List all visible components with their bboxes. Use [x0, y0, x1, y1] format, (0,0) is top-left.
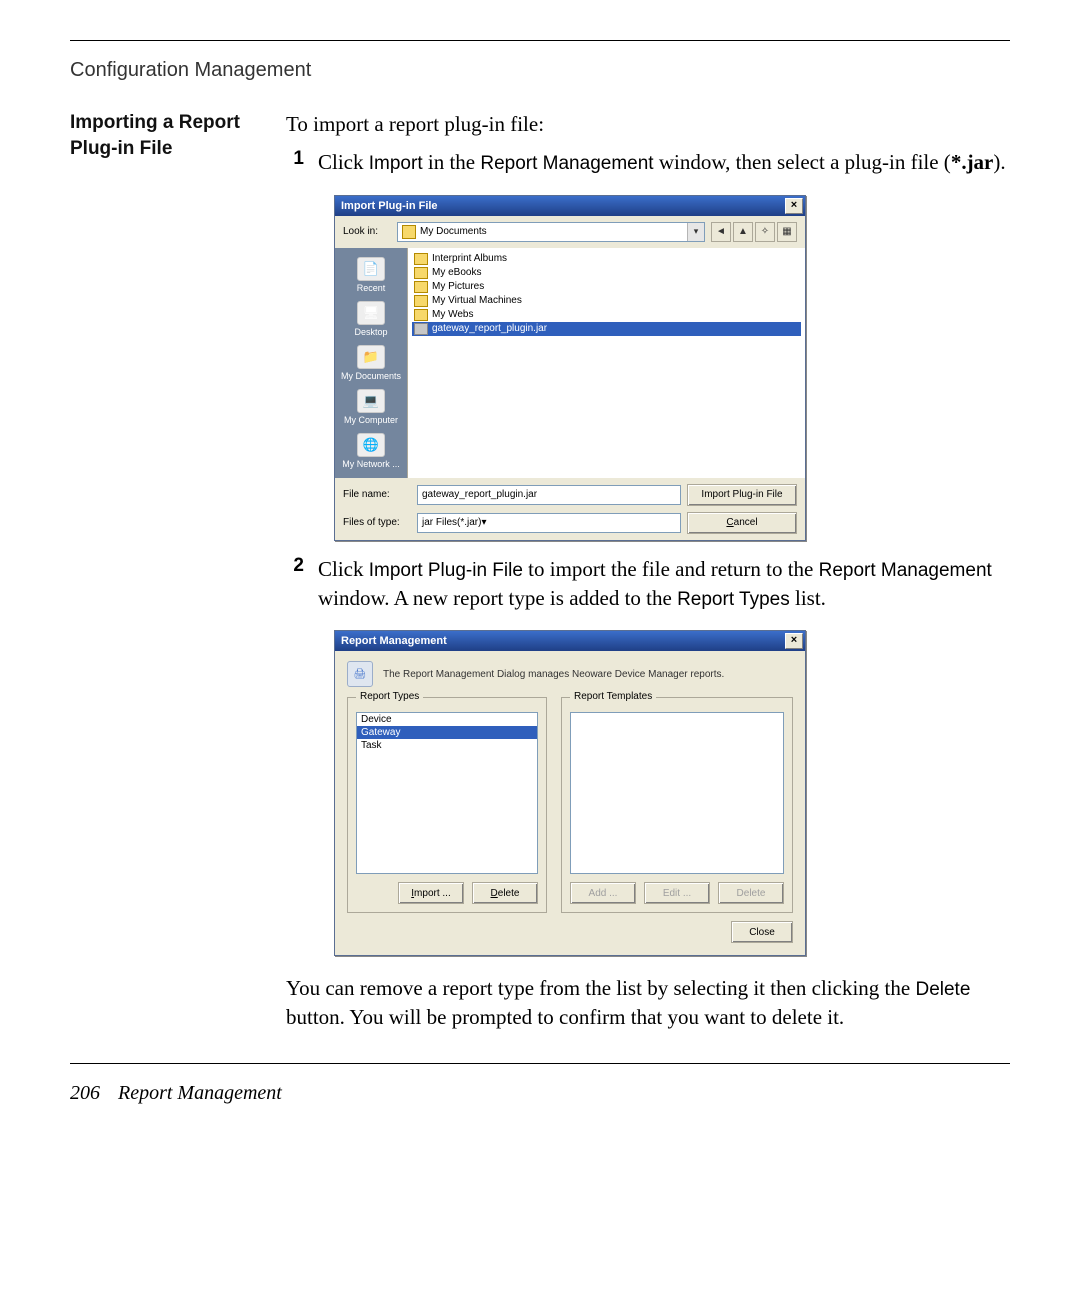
filesoftype-combo[interactable]: jar Files(*.jar) ▾ [417, 513, 681, 533]
step-2-seg-a: Click [318, 557, 369, 581]
place-recent-label: Recent [357, 283, 386, 293]
folder-icon [414, 267, 428, 279]
file-name: Interprint Albums [432, 253, 507, 264]
jar-file-icon [414, 323, 428, 335]
place-recent[interactable]: 📄Recent [335, 254, 407, 296]
import-plugin-file-button[interactable]: Import Plug-in File [687, 484, 797, 506]
list-item-selected[interactable]: Gateway [357, 726, 537, 739]
step-2-number: 2 [286, 555, 304, 612]
list-item[interactable]: Task [357, 739, 537, 752]
folder-icon [402, 225, 416, 239]
page-header: Configuration Management [70, 59, 1010, 82]
filename-label: File name: [343, 489, 411, 500]
page-number: 206 [70, 1082, 100, 1105]
close-icon[interactable]: × [785, 633, 803, 649]
add-button: Add ... [570, 882, 636, 904]
step-1-text: Click Import in the Report Management wi… [318, 148, 1010, 177]
file-list[interactable]: Interprint Albums My eBooks My Pictures … [407, 248, 805, 478]
filesoftype-value: jar Files(*.jar) [422, 517, 481, 528]
list-item-selected[interactable]: gateway_report_plugin.jar [412, 322, 801, 336]
back-icon[interactable]: ◄ [711, 222, 731, 242]
places-bar: 📄Recent 🖥Desktop 📁My Documents 💻My Compu… [335, 248, 407, 478]
list-item[interactable]: Interprint Albums [412, 252, 801, 266]
import-plugin-dialog: Import Plug-in File × Look in: My Docume… [334, 195, 806, 541]
report-templates-list[interactable] [570, 712, 784, 874]
remove-seg-c: button. You will be prompted to confirm … [286, 1005, 844, 1029]
printer-icon: 🖨 [347, 661, 373, 687]
place-desktop-label: Desktop [354, 327, 387, 337]
lookin-label: Look in: [343, 226, 391, 237]
footer-section: Report Management [118, 1082, 282, 1105]
step-1-number: 1 [286, 148, 304, 177]
side-heading: Importing a Report Plug-in File [70, 110, 270, 161]
place-mycomputer[interactable]: 💻My Computer [335, 386, 407, 428]
file-name: My Pictures [432, 281, 484, 292]
step-1-jar: *.jar [951, 150, 994, 174]
list-item[interactable]: Device [357, 713, 537, 726]
delete-button[interactable]: Delete [472, 882, 538, 904]
step-2-seg-e: window. A new report type is added to th… [318, 586, 677, 610]
folder-icon [414, 281, 428, 293]
file-name: My eBooks [432, 267, 481, 278]
ui-report-management-2: Report Management [819, 560, 992, 581]
close-icon[interactable]: × [785, 198, 803, 214]
report-management-title: Report Management [341, 635, 447, 647]
cancel-button[interactable]: Cancel [687, 512, 797, 534]
ui-import-plugin-file: Import Plug-in File [369, 560, 523, 581]
report-templates-group: Report Templates Add ... Edit ... Delete [561, 697, 793, 913]
filename-input[interactable]: gateway_report_plugin.jar [417, 485, 681, 505]
list-item[interactable]: My Virtual Machines [412, 294, 801, 308]
ui-import: Import [369, 153, 423, 174]
report-types-list[interactable]: Device Gateway Task [356, 712, 538, 874]
lookin-value: My Documents [420, 226, 487, 237]
step-1-seg-g: ). [993, 150, 1005, 174]
report-types-group: Report Types Device Gateway Task Import … [347, 697, 547, 913]
step-1-seg-a: Click [318, 150, 369, 174]
list-item[interactable]: My eBooks [412, 266, 801, 280]
ui-report-management: Report Management [480, 153, 653, 174]
delete-template-button: Delete [718, 882, 784, 904]
filename-value: gateway_report_plugin.jar [422, 489, 537, 500]
import-button[interactable]: Import ... [398, 882, 464, 904]
chevron-down-icon[interactable]: ▾ [481, 517, 486, 528]
place-mynetwork-label: My Network ... [342, 459, 400, 469]
folder-icon [414, 309, 428, 321]
remove-paragraph: You can remove a report type from the li… [286, 974, 1010, 1031]
step-1-seg-c: in the [423, 150, 481, 174]
close-button[interactable]: Close [731, 921, 793, 943]
place-mynetwork[interactable]: 🌐My Network ... [335, 430, 407, 472]
report-templates-label: Report Templates [570, 691, 656, 702]
place-mydocuments[interactable]: 📁My Documents [335, 342, 407, 384]
step-1-seg-e: window, then select a plug-in file ( [654, 150, 951, 174]
new-folder-icon[interactable]: ✧ [755, 222, 775, 242]
report-types-label: Report Types [356, 691, 423, 702]
lookin-combo[interactable]: My Documents ▾ [397, 222, 705, 242]
ui-delete: Delete [915, 979, 970, 1000]
report-management-desc: The Report Management Dialog manages Neo… [383, 669, 724, 680]
step-2-seg-c: to import the file and return to the [523, 557, 819, 581]
filesoftype-label: Files of type: [343, 517, 411, 528]
remove-seg-a: You can remove a report type from the li… [286, 976, 915, 1000]
file-name: My Webs [432, 309, 474, 320]
list-item[interactable]: My Pictures [412, 280, 801, 294]
folder-icon [414, 253, 428, 265]
folder-icon [414, 295, 428, 307]
chevron-down-icon[interactable]: ▾ [687, 223, 704, 241]
place-mycomputer-label: My Computer [344, 415, 398, 425]
up-one-level-icon[interactable]: ▲ [733, 222, 753, 242]
intro-text: To import a report plug-in file: [286, 110, 1010, 138]
views-icon[interactable]: ▦ [777, 222, 797, 242]
place-desktop[interactable]: 🖥Desktop [335, 298, 407, 340]
report-management-dialog: Report Management × 🖨 The Report Managem… [334, 630, 806, 956]
place-mydocuments-label: My Documents [341, 371, 401, 381]
ui-report-types: Report Types [677, 589, 790, 610]
file-name: gateway_report_plugin.jar [432, 323, 547, 334]
file-name: My Virtual Machines [432, 295, 522, 306]
step-2-text: Click Import Plug-in File to import the … [318, 555, 1010, 612]
import-dialog-title: Import Plug-in File [341, 200, 438, 212]
edit-button: Edit ... [644, 882, 710, 904]
list-item[interactable]: My Webs [412, 308, 801, 322]
step-2-seg-g: list. [790, 586, 826, 610]
